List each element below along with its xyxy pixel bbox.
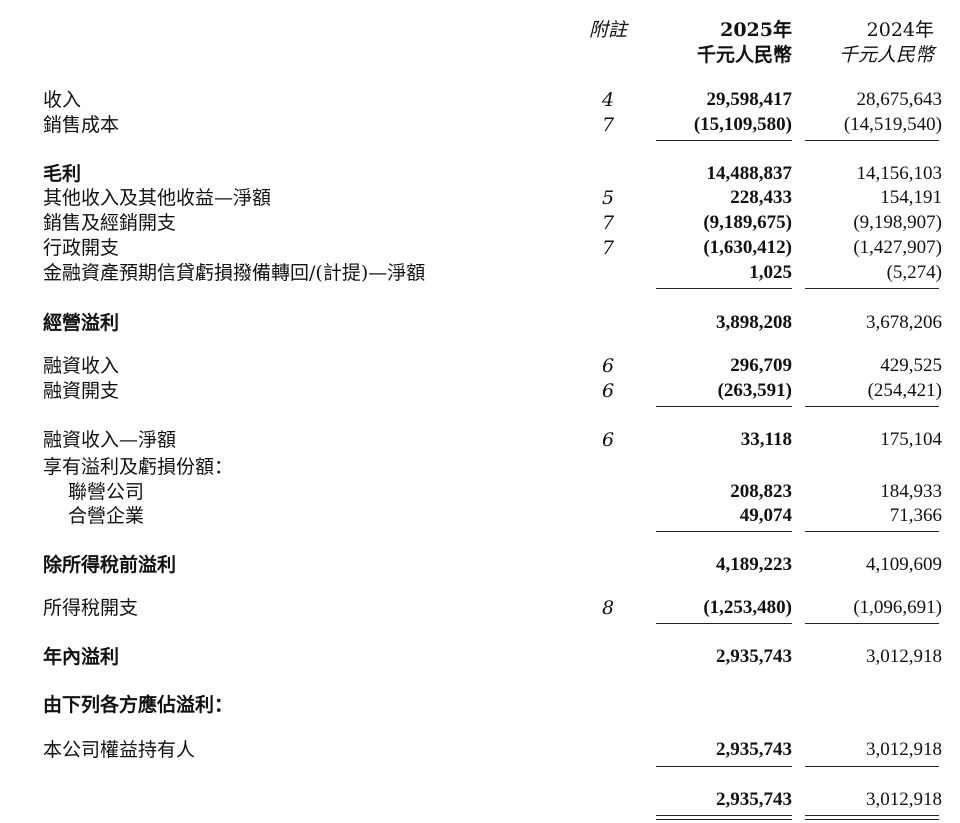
subtotal-rule: [805, 406, 939, 407]
row-2024-gross-profit: 14,156,103: [856, 163, 943, 184]
row-2024-cost-of-sales: (14,519,540): [843, 114, 942, 135]
row-label-admin-expenses: 行政開支: [43, 237, 120, 259]
row-label-profit-before-tax: 除所得稅前溢利: [43, 554, 177, 576]
row-2025-credit-loss: 1,025: [749, 262, 792, 283]
row-2024-credit-loss: (5,274): [886, 262, 942, 283]
total-double-rule: [805, 815, 939, 816]
row-2024-finance-costs: (254,421): [867, 380, 942, 401]
subtotal-rule: [656, 623, 792, 624]
row-2024-other-income: 154,191: [880, 187, 942, 208]
row-2024-finance-income: 429,525: [880, 355, 942, 376]
row-label-share-header: 享有溢利及虧損份額：: [43, 456, 234, 478]
row-2025-selling-expenses: (9,189,675): [703, 212, 792, 233]
row-2025-cost-of-sales: (15,109,580): [693, 114, 792, 135]
row-label-gross-profit: 毛利: [43, 163, 82, 185]
year-2025-header: 2025年: [720, 19, 792, 41]
row-2024-finance-net: 175,104: [880, 429, 942, 450]
row-label-revenue: 收入: [43, 89, 82, 111]
row-label-finance-income: 融資收入: [43, 355, 120, 377]
subtotal-rule: [805, 531, 939, 532]
row-2024-total: 3,012,918: [866, 789, 942, 810]
row-label-credit-loss: 金融資產預期信貸虧損撥備轉回/(計提)—淨額: [43, 262, 426, 284]
row-2024-selling-expenses: (9,198,907): [853, 212, 942, 233]
unit-2025-header: 千元人民幣: [696, 44, 792, 66]
row-2025-revenue: 29,598,417: [706, 89, 793, 110]
row-note-other-income: 5: [601, 187, 615, 209]
row-2025-admin-expenses: (1,630,412): [703, 237, 792, 258]
row-label-income-tax: 所得稅開支: [43, 597, 139, 619]
row-label-finance-costs: 融資開支: [43, 380, 120, 402]
row-2025-finance-net: 33,118: [740, 429, 792, 450]
subtotal-rule: [805, 140, 939, 141]
row-note-selling-expenses: 7: [601, 212, 615, 234]
row-2024-income-tax: (1,096,691): [853, 597, 942, 618]
subtotal-rule: [656, 288, 792, 289]
subtotal-rule: [656, 140, 792, 141]
row-2025-finance-costs: (263,591): [717, 380, 792, 401]
total-double-rule: [656, 819, 792, 820]
subtotal-rule: [805, 623, 939, 624]
row-2024-admin-expenses: (1,427,907): [853, 237, 942, 258]
row-note-finance-costs: 6: [601, 380, 615, 402]
row-label-associates: 聯營公司: [68, 481, 145, 503]
row-label-finance-net: 融資收入—淨額: [43, 429, 177, 451]
notes-column-header: 附註: [588, 19, 627, 41]
row-2025-other-income: 228,433: [730, 187, 792, 208]
row-2025-operating-profit: 3,898,208: [716, 312, 792, 333]
unit-2024-header: 千元人民幣: [838, 44, 934, 66]
row-2024-profit-for-year: 3,012,918: [866, 646, 942, 667]
row-note-revenue: 4: [601, 89, 615, 111]
total-double-rule: [805, 819, 939, 820]
subtotal-rule: [656, 406, 792, 407]
subtotal-rule: [805, 288, 939, 289]
row-note-cost-of-sales: 7: [601, 114, 615, 136]
row-2025-gross-profit: 14,488,837: [706, 163, 793, 184]
row-2025-profit-for-year: 2,935,743: [716, 646, 792, 667]
row-label-cost-of-sales: 銷售成本: [43, 114, 120, 136]
subtotal-rule: [656, 766, 792, 767]
row-2024-operating-profit: 3,678,206: [866, 312, 942, 333]
row-note-admin-expenses: 7: [601, 237, 615, 259]
row-2024-associates: 184,933: [880, 481, 942, 502]
subtotal-rule: [656, 531, 792, 532]
row-2025-income-tax: (1,253,480): [703, 597, 792, 618]
row-label-operating-profit: 經營溢利: [43, 312, 120, 334]
row-label-selling-expenses: 銷售及經銷開支: [43, 212, 177, 234]
row-2024-profit-before-tax: 4,109,609: [866, 554, 942, 575]
subtotal-rule: [805, 766, 939, 767]
row-note-income-tax: 8: [601, 597, 615, 619]
row-2025-total: 2,935,743: [716, 789, 792, 810]
row-2025-finance-income: 296,709: [730, 355, 792, 376]
row-label-other-income: 其他收入及其他收益—淨額: [43, 187, 272, 209]
row-2025-owners: 2,935,743: [716, 739, 792, 760]
row-2025-joint-ventures: 49,074: [739, 505, 792, 526]
year-2024-header: 2024年: [866, 19, 934, 41]
row-label-joint-ventures: 合營企業: [68, 505, 145, 527]
row-2024-revenue: 28,675,643: [856, 89, 943, 110]
row-label-owners: 本公司權益持有人: [43, 739, 196, 761]
row-label-attributable-header: 由下列各方應佔溢利：: [43, 694, 234, 716]
row-2025-profit-before-tax: 4,189,223: [716, 554, 792, 575]
row-note-finance-income: 6: [601, 355, 615, 377]
row-note-finance-net: 6: [601, 429, 615, 451]
total-double-rule: [656, 815, 792, 816]
row-label-profit-for-year: 年內溢利: [43, 646, 120, 668]
row-2024-joint-ventures: 71,366: [889, 505, 942, 526]
row-2025-associates: 208,823: [730, 481, 792, 502]
row-2024-owners: 3,012,918: [866, 739, 942, 760]
